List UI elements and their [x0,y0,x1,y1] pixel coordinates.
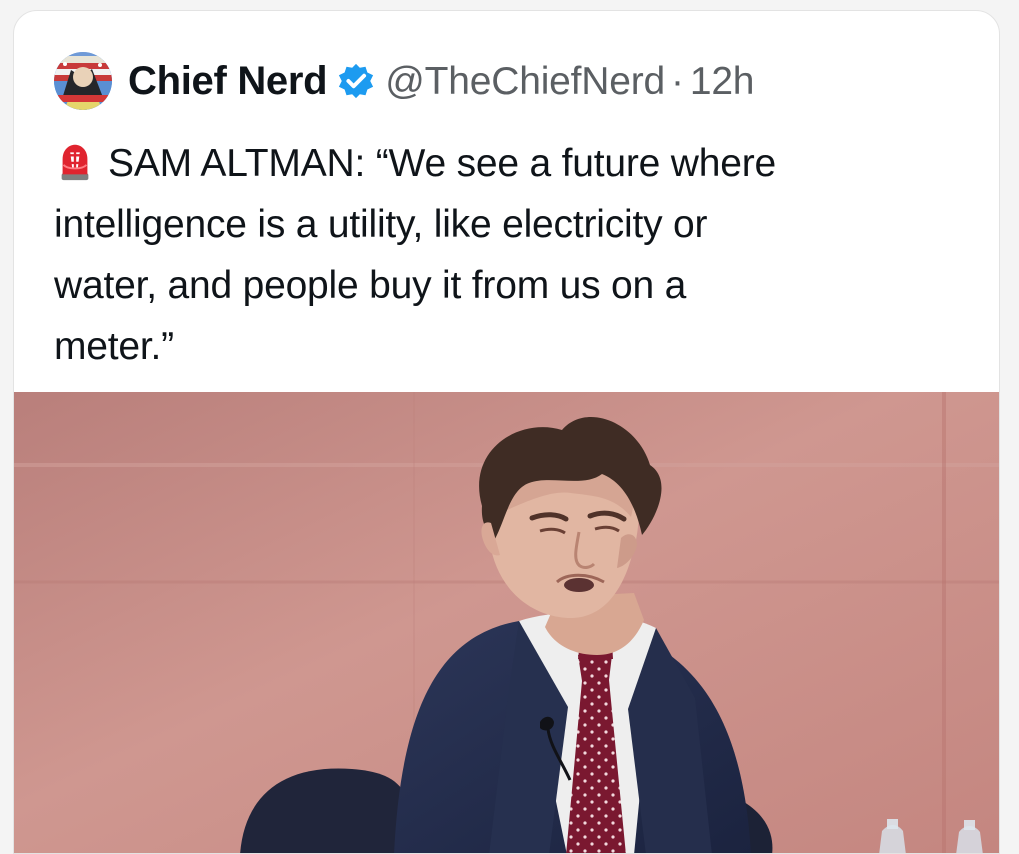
tweet-media-image[interactable] [14,392,999,853]
siren-icon [61,144,89,181]
tweet-text: SAM ALTMAN: “We see a future where intel… [54,133,954,377]
tweet-text-line-2: intelligence is a utility, like electric… [54,203,708,246]
tweet-card[interactable]: Chief Nerd @TheChiefNerd · 12h SAM ALTMA… [13,10,1000,854]
tweet-header: Chief Nerd @TheChiefNerd · 12h [54,51,755,111]
tweet-text-line-4: meter.” [54,325,174,368]
tweet-text-line: SAM ALTMAN: “We see a future where [54,133,954,194]
timestamp-separator: · [671,59,684,103]
tweet-text-line-3: water, and people buy it from us on a [54,264,687,307]
author-name[interactable]: Chief Nerd [128,61,328,101]
speaker-photo-illustration [14,392,999,853]
verified-badge-icon [339,63,374,99]
avatar-image [54,52,112,110]
tweet-timestamp[interactable]: 12h [690,62,755,101]
author-handle[interactable]: @TheChiefNerd [385,62,665,101]
tweet-screenshot: Chief Nerd @TheChiefNerd · 12h SAM ALTMA… [0,0,1019,854]
tweet-text-line-1: SAM ALTMAN: “We see a future where [108,142,777,185]
avatar[interactable] [54,52,112,110]
